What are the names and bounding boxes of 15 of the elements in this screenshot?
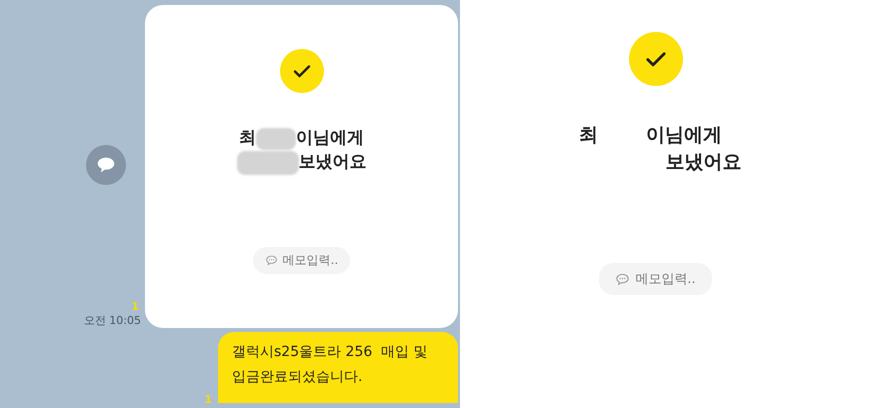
recipient-text: 이님에게 <box>296 127 364 150</box>
sent-text: 보냈어요 <box>298 150 366 174</box>
unread-count: 1 <box>204 393 212 406</box>
recipient-text: 최 <box>239 127 256 150</box>
sent-text: 보냈어요 <box>666 150 742 175</box>
speech-bubble-icon <box>615 272 630 287</box>
chat-avatar[interactable] <box>86 145 126 185</box>
memo-button[interactable]: 메모입력.. <box>599 263 712 296</box>
memo-button[interactable]: 메모입력.. <box>252 246 350 274</box>
message-time: 오전 10:05 <box>84 313 141 328</box>
unread-count: 1 <box>131 300 139 313</box>
message-bubble: 갤럭시s25울트라 256 매입 및 입금완료되셨습니다. <box>218 332 458 403</box>
recipient-text: 이님에게 <box>646 123 722 148</box>
recipient-text: 최 <box>579 123 598 148</box>
speech-bubble-icon <box>264 254 278 267</box>
